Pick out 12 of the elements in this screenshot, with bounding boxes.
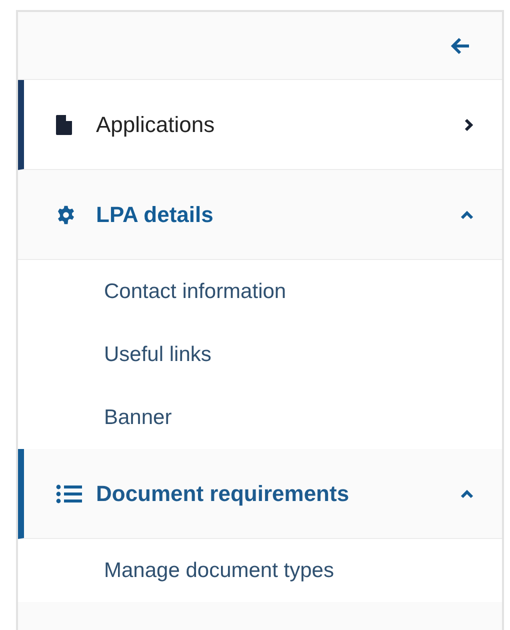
document-icon bbox=[56, 114, 72, 134]
nav-link[interactable]: Useful links bbox=[18, 323, 502, 386]
gear-icon bbox=[56, 204, 76, 224]
nav-section[interactable]: Applications bbox=[18, 80, 502, 170]
nav-link[interactable]: Contact information bbox=[18, 260, 502, 323]
nav-link[interactable]: Manage document types bbox=[18, 539, 502, 602]
nav-section-label: LPA details bbox=[96, 201, 214, 229]
arrow-left-icon bbox=[450, 36, 470, 54]
list-icon bbox=[56, 484, 82, 504]
nav-section-label: Document requirements bbox=[96, 480, 350, 508]
nav-section-label: Applications bbox=[96, 111, 215, 139]
nav-link[interactable]: Banner bbox=[18, 386, 502, 449]
